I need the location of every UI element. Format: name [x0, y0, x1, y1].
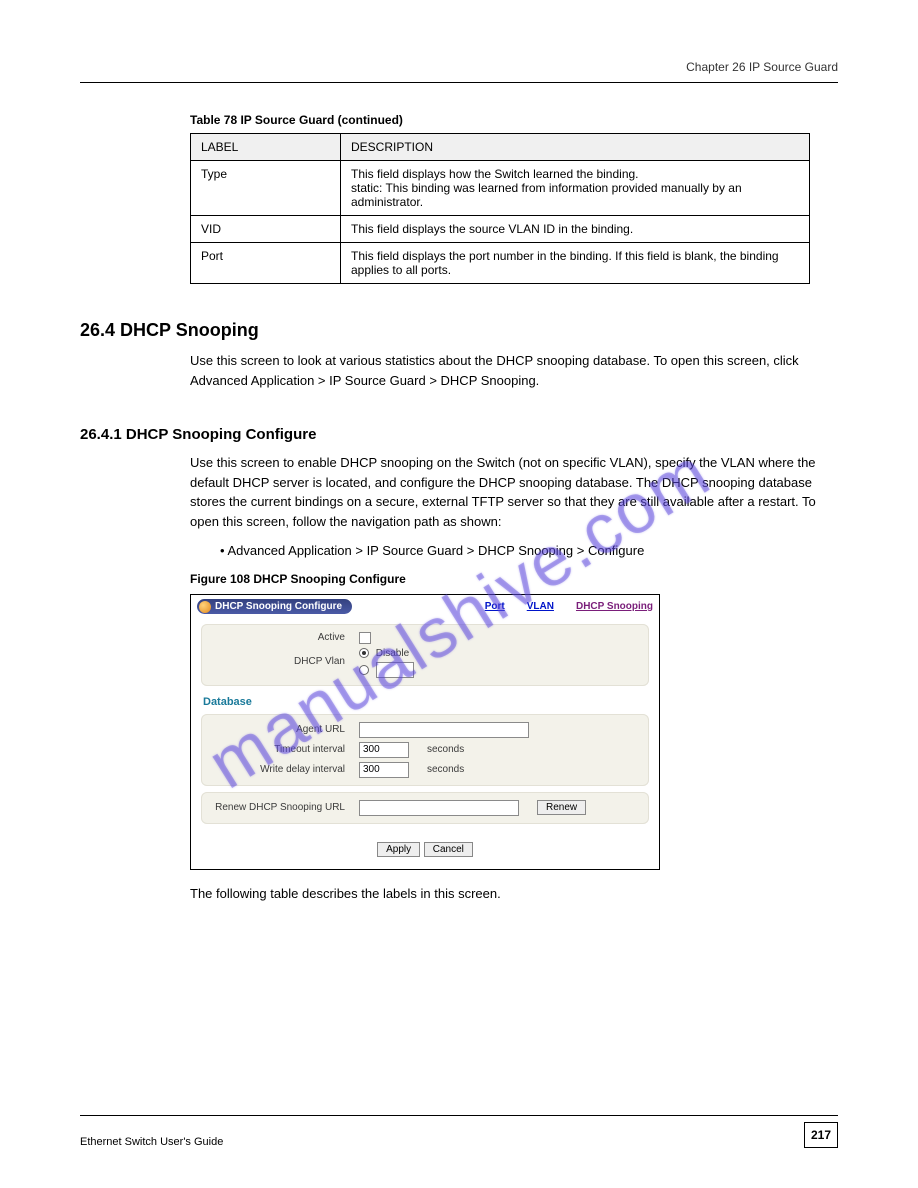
dhcp-vlan-input[interactable]	[376, 662, 414, 678]
table-caption: Table 78 IP Source Guard (continued)	[190, 113, 838, 127]
label-disable: Disable	[376, 648, 409, 659]
apply-button[interactable]: Apply	[377, 842, 420, 857]
row-dhcp-vlan: DHCP Vlan Disable	[209, 646, 641, 680]
section-heading: 26.4 DHCP Snooping	[80, 320, 838, 341]
row-agent-url: Agent URL	[209, 720, 641, 740]
cancel-button[interactable]: Cancel	[424, 842, 473, 857]
section-intro: Use this screen to look at various stati…	[190, 351, 838, 390]
write-delay-input[interactable]	[359, 762, 409, 778]
label-timeout: Timeout interval	[209, 744, 359, 755]
row-active: Active	[209, 630, 641, 646]
figure-bottom-buttons: Apply Cancel	[191, 830, 659, 869]
active-checkbox[interactable]	[359, 632, 371, 644]
subsection-heading: 26.4.1 DHCP Snooping Configure	[80, 426, 838, 443]
agent-url-input[interactable]	[359, 722, 529, 738]
cell-label: VID	[191, 216, 341, 243]
figure-links: Port VLAN DHCP Snooping	[485, 601, 653, 612]
table-header-row: LABEL DESCRIPTION	[191, 134, 810, 161]
label-dhcp-vlan: DHCP Vlan	[209, 648, 359, 667]
dhcp-vlan-options: Disable	[359, 648, 414, 678]
th-desc: DESCRIPTION	[341, 134, 810, 161]
label-active: Active	[209, 632, 359, 643]
page-number: 217	[804, 1122, 838, 1148]
label-write-delay: Write delay interval	[209, 764, 359, 775]
link-vlan[interactable]: VLAN	[527, 601, 554, 612]
label-seconds-1: seconds	[427, 744, 464, 755]
row-renew: Renew DHCP Snooping URL Renew	[209, 798, 641, 818]
timeout-input[interactable]	[359, 742, 409, 758]
table-row: Port This field displays the port number…	[191, 243, 810, 284]
renew-button[interactable]: Renew	[537, 800, 586, 815]
label-agent-url: Agent URL	[209, 724, 359, 735]
link-port[interactable]: Port	[485, 601, 505, 612]
link-dhcp-snooping[interactable]: DHCP Snooping	[576, 601, 653, 612]
database-heading: Database	[203, 696, 659, 708]
cell-desc: This field displays how the Switch learn…	[341, 161, 810, 216]
row-write-delay: Write delay interval seconds	[209, 760, 641, 780]
renew-url-input[interactable]	[359, 800, 519, 816]
desc-table: LABEL DESCRIPTION Type This field displa…	[190, 133, 810, 284]
cell-desc: This field displays the port number in t…	[341, 243, 810, 284]
footer-guide: Ethernet Switch User's Guide	[80, 1136, 223, 1148]
cell-label: Port	[191, 243, 341, 284]
figure-header: DHCP Snooping Configure Port VLAN DHCP S…	[191, 595, 659, 618]
table-row: VID This field displays the source VLAN …	[191, 216, 810, 243]
footer: Ethernet Switch User's Guide 217	[80, 1115, 838, 1148]
label-renew: Renew DHCP Snooping URL	[209, 802, 359, 813]
radio-vlan-id[interactable]	[359, 665, 369, 675]
footer-rule	[80, 1115, 838, 1116]
row-timeout: Timeout interval seconds	[209, 740, 641, 760]
nav-path: • Advanced Application > IP Source Guard…	[220, 541, 838, 562]
post-figure-text: The following table describes the labels…	[190, 884, 838, 904]
th-label: LABEL	[191, 134, 341, 161]
figure-panel-renew: Renew DHCP Snooping URL Renew	[201, 792, 649, 824]
cell-desc: This field displays the source VLAN ID i…	[341, 216, 810, 243]
chapter-title: Chapter 26 IP Source Guard	[80, 60, 838, 74]
figure-panel-top: Active DHCP Vlan Disable	[201, 624, 649, 686]
radio-disable[interactable]	[359, 648, 369, 658]
cell-label: Type	[191, 161, 341, 216]
figure-screenshot: DHCP Snooping Configure Port VLAN DHCP S…	[190, 594, 660, 870]
top-rule	[80, 82, 838, 83]
figure-caption: Figure 108 DHCP Snooping Configure	[190, 572, 838, 586]
figure-panel-db: Agent URL Timeout interval seconds Write…	[201, 714, 649, 786]
subsection-intro: Use this screen to enable DHCP snooping …	[190, 453, 838, 531]
figure-title-bar: DHCP Snooping Configure	[197, 599, 352, 614]
table-row: Type This field displays how the Switch …	[191, 161, 810, 216]
label-seconds-2: seconds	[427, 764, 464, 775]
